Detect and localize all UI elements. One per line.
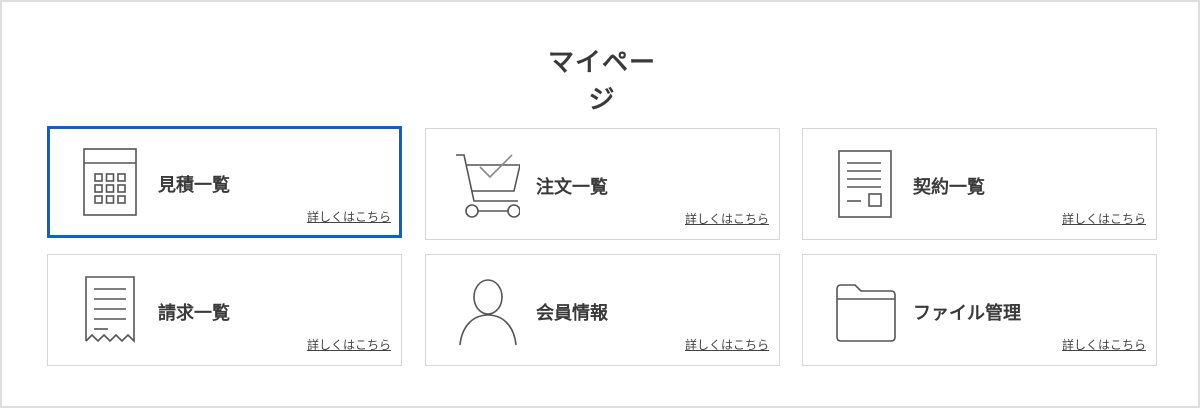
card-contracts[interactable]: 契約一覧 詳しくはこちら (802, 128, 1157, 240)
title-area: マイページ (2, 42, 1200, 131)
card-label: 会員情報 (536, 303, 608, 324)
folder-icon (833, 275, 897, 347)
details-link[interactable]: 詳しくはこちら (685, 336, 769, 353)
card-label: 請求一覧 (158, 303, 230, 324)
details-link[interactable]: 詳しくはこちら (1062, 336, 1146, 353)
mypage-panel: マイページ 見積一覧 詳しくはこちら 注文一覧 詳しくはこちら 契約一覧 詳しく… (0, 0, 1200, 408)
card-invoices[interactable]: 請求一覧 詳しくはこちら (47, 254, 402, 366)
user-icon (456, 275, 520, 347)
card-label: ファイル管理 (913, 303, 1021, 324)
card-orders[interactable]: 注文一覧 詳しくはこちら (425, 128, 780, 240)
details-link[interactable]: 詳しくはこちら (685, 210, 769, 227)
card-label: 見積一覧 (158, 175, 230, 196)
card-file-management[interactable]: ファイル管理 詳しくはこちら (802, 254, 1157, 366)
details-link[interactable]: 詳しくはこちら (1062, 210, 1146, 227)
card-label: 契約一覧 (913, 177, 985, 198)
menu-grid: 見積一覧 詳しくはこちら 注文一覧 詳しくはこちら 契約一覧 詳しくはこちら 請… (47, 126, 1157, 366)
receipt-icon (78, 275, 142, 347)
page-title: マイページ (531, 42, 673, 131)
card-member-info[interactable]: 会員情報 詳しくはこちら (425, 254, 780, 366)
cart-check-icon (456, 149, 520, 221)
contract-document-icon (833, 149, 897, 221)
calculator-icon (78, 147, 142, 219)
details-link[interactable]: 詳しくはこちら (307, 208, 391, 225)
card-label: 注文一覧 (536, 177, 608, 198)
details-link[interactable]: 詳しくはこちら (307, 336, 391, 353)
card-estimates[interactable]: 見積一覧 詳しくはこちら (47, 126, 402, 238)
